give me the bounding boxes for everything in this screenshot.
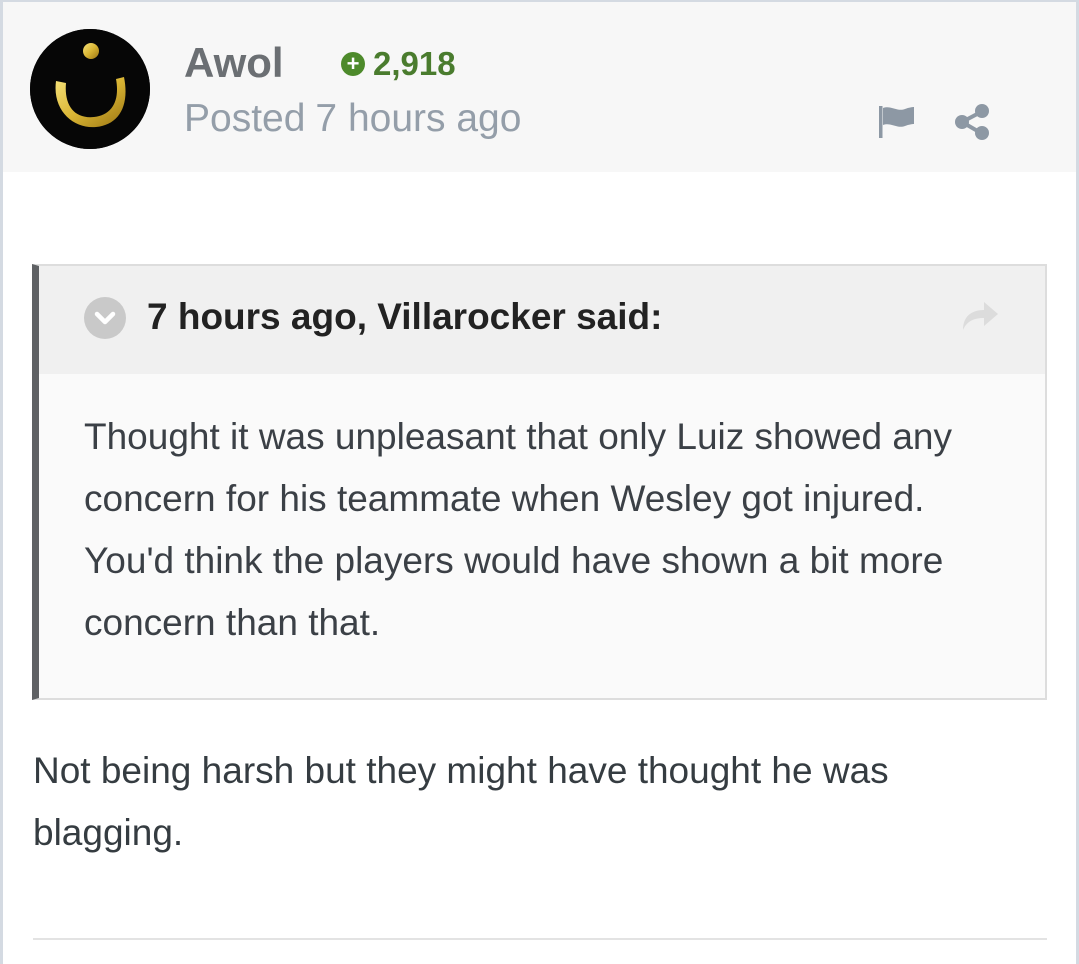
share-arrow-icon xyxy=(963,302,998,330)
quote-line: concern for his teammate when Wesley got… xyxy=(84,478,925,519)
quote-toggle-button[interactable] xyxy=(84,297,126,339)
share-icon xyxy=(955,104,989,140)
quote-line: You'd think the players would have shown… xyxy=(84,540,944,581)
flag-icon xyxy=(879,106,914,138)
post-date: Posted 7 hours ago xyxy=(184,96,521,142)
reputation-count: 2,918 xyxy=(373,45,456,82)
post-line: blagging. xyxy=(33,812,184,853)
author-name[interactable]: Awol xyxy=(184,39,284,87)
quote-citation: 7 hours ago, Villarocker said: xyxy=(147,296,663,337)
quote-line: Thought it was unpleasant that only Luiz… xyxy=(84,416,953,457)
post-header: Awol + 2,918 Posted 7 hours ago xyxy=(3,2,1076,172)
quote-line: concern than that. xyxy=(84,602,381,643)
author-avatar[interactable] xyxy=(30,29,150,149)
quote-content: Thought it was unpleasant that only Luiz… xyxy=(84,406,1034,654)
post-content: Not being harsh but they might have thou… xyxy=(33,740,1023,864)
quote-link-button[interactable] xyxy=(957,296,1003,336)
blockquote: 7 hours ago, Villarocker said: Thought i… xyxy=(32,264,1047,700)
posted-prefix: Posted xyxy=(184,97,306,140)
quote-header: 7 hours ago, Villarocker said: xyxy=(39,266,1045,374)
plus-circle-icon: + xyxy=(341,52,365,76)
reputation-badge: + 2,918 xyxy=(341,45,456,82)
chevron-down-icon xyxy=(94,311,116,325)
nun-symbol-avatar xyxy=(30,29,150,149)
report-button[interactable] xyxy=(873,102,917,142)
posted-time[interactable]: 7 hours ago xyxy=(315,97,521,140)
divider xyxy=(33,938,1047,940)
share-button[interactable] xyxy=(951,102,995,142)
post-line: Not being harsh but they might have thou… xyxy=(33,750,889,791)
